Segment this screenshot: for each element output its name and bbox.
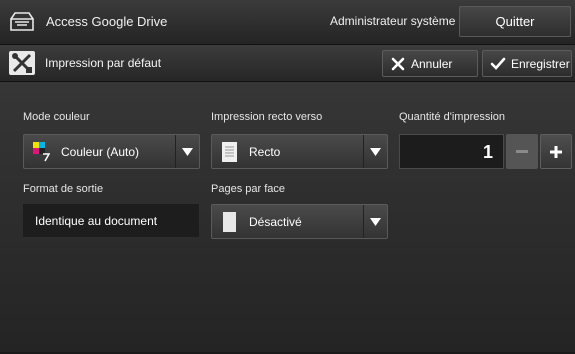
duplex-dropdown[interactable]: Recto (211, 134, 388, 169)
page-icon (222, 142, 237, 162)
quantity-value: 1 (482, 142, 493, 162)
close-icon (391, 57, 405, 70)
quantity-increment-button[interactable] (540, 134, 572, 169)
chevron-down-icon (175, 135, 199, 168)
single-page-icon (223, 212, 236, 232)
chevron-down-icon (363, 135, 387, 168)
pages-per-side-value: Désactivé (249, 215, 302, 229)
save-label: Enregistrer (511, 56, 570, 71)
tools-icon (9, 51, 35, 75)
pages-per-side-dropdown[interactable]: Désactivé (211, 204, 388, 239)
save-button[interactable]: Enregistrer (482, 50, 572, 77)
pages-per-side-label: Pages par face (211, 183, 285, 195)
color-mode-label: Mode couleur (23, 111, 90, 123)
cancel-button[interactable]: Annuler (382, 50, 478, 77)
duplex-value: Recto (249, 145, 281, 159)
app-title: Access Google Drive (46, 14, 168, 29)
check-icon (490, 57, 506, 70)
quantity-label: Quantité d'impression (399, 111, 506, 123)
drive-icon (10, 12, 34, 31)
minus-icon (516, 149, 528, 153)
admin-label: Administrateur système (330, 14, 456, 28)
color-auto-icon (33, 142, 50, 162)
plus-icon (550, 145, 562, 158)
color-mode-value: Couleur (Auto) (61, 145, 140, 159)
chevron-down-icon (363, 205, 387, 238)
duplex-label: Impression recto verso (211, 111, 323, 123)
output-format-value: Identique au document (35, 214, 158, 228)
color-mode-dropdown[interactable]: Couleur (Auto) (23, 134, 200, 169)
section-title: Impression par défaut (45, 56, 162, 70)
quantity-field[interactable]: 1 (399, 134, 504, 169)
output-format-label: Format de sortie (23, 183, 104, 195)
quit-button[interactable]: Quitter (459, 6, 571, 37)
top-bar: Access Google Drive Administrateur systè… (0, 0, 575, 45)
cancel-label: Annuler (411, 56, 453, 71)
quantity-decrement-button[interactable] (506, 134, 538, 169)
output-format-field[interactable]: Identique au document (23, 204, 199, 237)
